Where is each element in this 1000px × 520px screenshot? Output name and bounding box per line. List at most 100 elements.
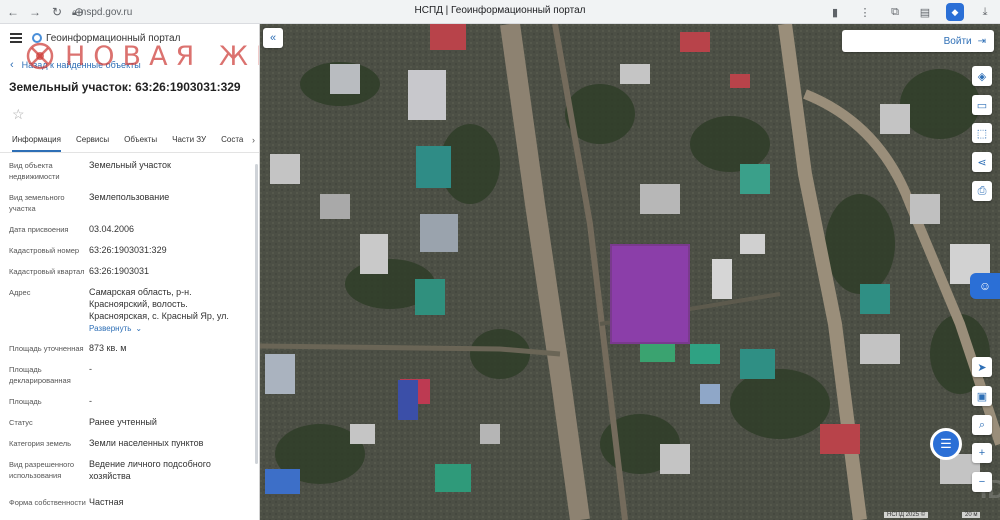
attribute-value: Земельный участок: [89, 157, 249, 189]
page-tab-title: НСПД | Геоинформационный портал: [414, 5, 586, 16]
bookmark-icon[interactable]: ▮: [826, 3, 844, 21]
translate-icon[interactable]: ⧉: [886, 3, 904, 21]
login-button[interactable]: Войти ⇥: [842, 30, 994, 52]
attribute-value-text: Ведение личного подсобного хозяйства: [89, 459, 211, 481]
attribute-label: Площадь: [9, 397, 42, 406]
attribute-row: Дата присвоения 03.04.2006: [0, 221, 259, 242]
menu-dots-icon[interactable]: ⋮: [856, 3, 874, 21]
attribute-row: Вид разрешенного использования Ведение ли…: [0, 456, 259, 494]
parcel-title: Земельный участок: 63:26:1903031:329: [9, 80, 241, 94]
attribute-row: Категория земель Земли населенных пунктов: [0, 435, 259, 456]
attribute-value: 63:26:1903031:329: [89, 242, 249, 263]
browser-toolbar: ← → ↻ ⊕ 🔒︎ nspd.gov.ru НСПД | Геоинформа…: [0, 0, 1000, 24]
attribute-list: Вид объекта недвижимости Земельный участо…: [0, 157, 259, 516]
attribute-label: Вид объекта недвижимости: [9, 161, 60, 181]
attribute-value-text: Самарская область, р-н. Красноярский, во…: [89, 287, 229, 321]
share-icon[interactable]: ⋖: [972, 152, 992, 172]
attribute-value-text: 873 кв. м: [89, 343, 127, 353]
collapse-panel-button[interactable]: «: [263, 28, 283, 48]
attribute-value: Частная: [89, 494, 249, 516]
attribute-value-text: Земельный участок: [89, 160, 171, 170]
object-info-panel: Геоинформационный портал НОВАЯ ЖИЗНЬ ‹ Н…: [0, 24, 260, 520]
back-arrow-icon[interactable]: ←: [4, 3, 22, 21]
attribute-row: Площадь декларированная -: [0, 361, 259, 393]
select-area-icon[interactable]: ⬚: [972, 123, 992, 143]
chevron-left-icon: ‹: [10, 59, 14, 71]
attribute-label: Площадь уточненная: [9, 344, 84, 353]
attribute-value: Самарская область, р-н. Красноярский, во…: [89, 284, 249, 340]
zoom-in-icon[interactable]: +: [972, 443, 992, 463]
attribute-row: Площадь уточненная 873 кв. м: [0, 340, 259, 361]
lock-icon: 🔒︎: [72, 6, 77, 17]
favorite-star-icon[interactable]: ☆: [12, 106, 259, 123]
assistant-icon[interactable]: ☺: [970, 273, 1000, 299]
attribute-label: Кадастровый квартал: [9, 267, 85, 276]
reload-icon[interactable]: ↻: [48, 3, 66, 21]
url-text: nspd.gov.ru: [80, 6, 133, 18]
attribute-label: Адрес: [9, 288, 31, 297]
attribute-value-text: 63:26:1903031: [89, 266, 150, 276]
tab-4[interactable]: Соста: [221, 135, 243, 152]
info-tabs: Информация Сервисы Объекты Части ЗУ Соста ›: [0, 135, 259, 153]
attribute-label: Категория земель: [9, 439, 72, 448]
chevron-down-icon: ⌄: [135, 324, 143, 333]
satellite-map[interactable]: ID: [260, 24, 1000, 520]
attribute-value: Землепользование: [89, 189, 249, 221]
attribute-row: Кадастровый номер 63:26:1903031:329: [0, 242, 259, 263]
attribute-value-text: Ранее учтенный: [89, 417, 157, 427]
forward-arrow-icon[interactable]: →: [26, 3, 44, 21]
expand-address-link[interactable]: Развернуть ⌄: [89, 323, 249, 335]
attribute-value: 873 кв. м: [89, 340, 249, 361]
panel-scrollbar[interactable]: [255, 164, 258, 464]
extension-icon[interactable]: ◆: [946, 3, 964, 21]
attribute-row: Вид земельного участка Землепользование: [0, 189, 259, 221]
address-bar[interactable]: 🔒︎ nspd.gov.ru: [72, 4, 142, 20]
login-arrow-icon: ⇥: [977, 35, 986, 47]
attribute-row: Площадь -: [0, 393, 259, 414]
attribute-value: -: [89, 361, 249, 393]
tab-1[interactable]: Сервисы: [76, 135, 109, 152]
attribute-row: Форма собственности Частная: [0, 494, 259, 516]
attribute-value-text: 03.04.2006: [89, 224, 135, 234]
minimap-icon[interactable]: ▣: [972, 386, 992, 406]
attribute-label: Статус: [9, 418, 33, 427]
tab-3[interactable]: Части ЗУ: [172, 135, 206, 152]
search-map-icon[interactable]: ⌕: [972, 415, 992, 435]
attribute-row: Статус Ранее учтенный: [0, 414, 259, 435]
attribute-value-text: Землепользование: [89, 192, 170, 202]
attribute-value-text: Земли населенных пунктов: [89, 438, 204, 448]
portal-logo-icon: [32, 33, 42, 43]
satellite-imagery: [260, 24, 1000, 520]
attribute-value-text: -: [89, 364, 92, 374]
attribute-value: Земли населенных пунктов: [89, 435, 249, 456]
chat-icon[interactable]: ☰: [930, 428, 962, 460]
attribute-value-text: -: [89, 396, 92, 406]
attribute-row: Вид объекта недвижимости Земельный участо…: [0, 157, 259, 189]
attribute-row: Адрес Самарская область, р-н. Красноярски…: [0, 284, 259, 340]
tabs-scroll-right-icon[interactable]: ›: [252, 135, 255, 145]
tab-2[interactable]: Объекты: [124, 135, 157, 152]
attribute-value: 03.04.2006: [89, 221, 249, 242]
layers-icon[interactable]: ◈: [972, 66, 992, 86]
expand-label: Развернуть: [89, 324, 132, 333]
attribute-label: Форма собственности: [9, 498, 86, 507]
download-icon[interactable]: ⤓: [976, 3, 994, 21]
ruler-icon[interactable]: ▭: [972, 95, 992, 115]
attribute-value-text: Частная: [89, 497, 124, 507]
reader-icon[interactable]: ▤: [916, 3, 934, 21]
back-to-results-link[interactable]: ‹ Назад к найденные объекты: [10, 54, 259, 76]
map-attribution: НСПД 2025 ©: [884, 512, 929, 518]
portal-title: Геоинформационный портал: [46, 32, 181, 44]
map-scale: 20 м: [962, 512, 981, 518]
attribute-label: Дата присвоения: [9, 225, 69, 234]
attribute-label: Вид земельного участка: [9, 193, 65, 213]
zoom-out-icon[interactable]: −: [972, 472, 992, 492]
back-link-label: Назад к найденные объекты: [21, 60, 141, 70]
tab-0[interactable]: Информация: [12, 135, 61, 152]
geolocation-icon[interactable]: ➤: [972, 357, 992, 377]
attribute-label: Вид разрешенного использования: [9, 460, 75, 480]
attribute-label: Площадь декларированная: [9, 365, 71, 385]
menu-icon[interactable]: [10, 33, 22, 43]
attribute-value: 63:26:1903031: [89, 263, 249, 284]
print-icon[interactable]: ⎙: [972, 181, 992, 201]
